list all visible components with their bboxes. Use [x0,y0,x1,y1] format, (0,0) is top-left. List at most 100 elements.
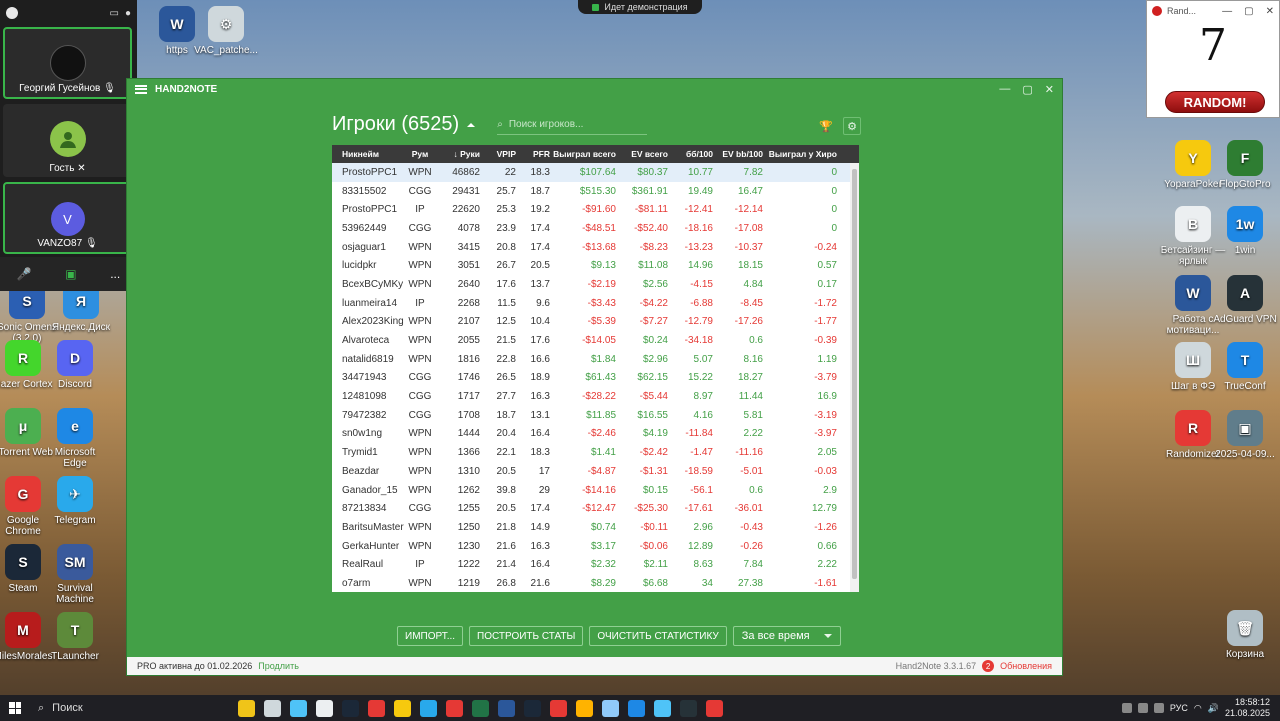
participant-tile-2[interactable]: Гость ✕ [3,104,132,177]
mic-toggle-button[interactable]: 🎤 [17,267,32,281]
desktop-icon[interactable]: T TLauncher [42,612,108,662]
table-row[interactable]: Ganador_15 WPN 1262 39.8 29 -$14.16 $0.15 -56.1… [332,481,859,500]
desktop-icon[interactable]: ✈ Telegram [42,476,108,526]
taskbar-app-icon[interactable] [654,699,671,717]
import-button[interactable]: ИМПОРТ... [397,626,464,646]
table-row[interactable]: 83315502 CGG 29431 25.7 18.7 $515.30 $361.91 19… [332,182,859,201]
desktop-icon[interactable]: F FlopGtoPro [1212,140,1278,190]
desktop-icon[interactable]: ▣ 2025-04-09... [1212,410,1278,460]
player-search[interactable]: ⌕ [497,115,648,135]
gear-icon[interactable]: ⚙ [843,117,861,135]
start-button[interactable] [0,695,30,721]
table-row[interactable]: Alvaroteca WPN 2055 21.5 17.6 -$14.05 $0.24 -34… [332,331,859,350]
language-indicator[interactable]: РУС [1170,703,1188,713]
updates-badge[interactable]: 2 [982,660,995,672]
table-row[interactable]: natalid6819 WPN 1816 22.8 16.6 $1.84 $2.96 5.07… [332,350,859,369]
column-header-nickname[interactable]: Никнейм [332,149,404,159]
period-select[interactable]: За все время [732,626,841,646]
column-header-ev-bb100[interactable]: EV bb/100 [713,149,763,159]
close-icon[interactable]: ● [125,8,131,19]
table-row[interactable]: RealRaul IP 1222 21.4 16.4 $2.32 $2.11 8.63 7.84… [332,555,859,574]
desktop-icon[interactable]: T TrueConf [1212,342,1278,392]
minimize-icon[interactable]: ▭ [110,8,119,19]
table-row[interactable]: ProstoPPC1 WPN 46862 22 18.3 $107.64 $80.37 10.… [332,163,859,182]
taskbar-app-icon[interactable] [368,699,385,717]
table-row[interactable]: lucidpkr WPN 3051 26.7 20.5 $9.13 $11.08 14.96 1… [332,256,859,275]
extend-link[interactable]: Продлить [258,661,299,671]
desktop-icon[interactable]: e Microsoft Edge [42,408,108,469]
column-header-bb100[interactable]: бб/100 [668,149,713,159]
desktop-icon[interactable]: A AdGuard VPN [1212,275,1278,325]
taskbar-app-icon[interactable] [316,699,333,717]
desktop-icon[interactable]: D Discord [42,340,108,390]
close-icon[interactable]: ✕ [1266,6,1274,17]
column-header-room[interactable]: Рум [404,149,436,159]
close-icon[interactable]: ✕ [1045,83,1054,96]
taskbar-app-icon[interactable] [628,699,645,717]
screen-share-button[interactable]: ▣ [65,267,76,281]
updates-link[interactable]: Обновления [1000,661,1052,671]
more-button[interactable]: ... [110,267,120,281]
taskbar-app-icon[interactable] [342,699,359,717]
table-row[interactable]: 79472382 CGG 1708 18.7 13.1 $11.85 $16.55 4.16 5… [332,406,859,425]
clear-stats-button[interactable]: ОЧИСТИТЬ СТАТИСТИКУ [589,626,727,646]
column-header-vpip[interactable]: VPIP [480,149,516,159]
taskbar-app-icon[interactable] [706,699,723,717]
table-row[interactable]: ProstoPPC1 IP 22620 25.3 19.2 -$91.60 -$81.11 -… [332,200,859,219]
scrollbar-thumb[interactable] [852,169,857,579]
minimize-icon[interactable]: — [1222,6,1232,17]
table-row[interactable]: BaritsuMaster WPN 1250 21.8 14.9 $0.74 -$0.11 2… [332,518,859,537]
taskbar-app-icon[interactable] [472,699,489,717]
taskbar-app-icon[interactable] [576,699,593,717]
taskbar-search[interactable]: ⌕ Поиск [30,695,226,721]
random-button[interactable]: RANDOM! [1165,91,1265,113]
clock[interactable]: 18:58:12 21.08.2025 [1225,697,1270,719]
column-header-hands[interactable]: ↓ Руки [436,149,480,159]
menu-icon[interactable] [135,84,147,94]
wifi-icon[interactable]: ◠ [1194,703,1202,714]
desktop-icon[interactable]: SM Survival Machine [42,544,108,605]
table-row[interactable]: sn0w1ng WPN 1444 20.4 16.4 -$2.46 $4.19 -11.84 2… [332,425,859,444]
desktop-icon[interactable]: 1w 1win [1212,206,1278,256]
table-row[interactable]: luanmeira14 IP 2268 11.5 9.6 -$3.43 -$4.22 -6.8… [332,294,859,313]
maximize-icon[interactable]: ▢ [1244,6,1253,17]
table-row[interactable]: 34471943 CGG 1746 26.5 18.9 $61.43 $62.15 15.22… [332,369,859,388]
taskbar-app-icon[interactable] [498,699,515,717]
table-row[interactable]: 53962449 CGG 4078 23.9 17.4 -$48.51 -$52.40 -18… [332,219,859,238]
taskbar-app-icon[interactable] [680,699,697,717]
table-row[interactable]: GerkaHunter WPN 1230 21.6 16.3 $3.17 -$0.06 12.… [332,537,859,556]
desktop-icon[interactable]: ⚙ VAC_patche... [193,6,259,56]
search-input[interactable] [508,118,629,130]
table-row[interactable]: o7arm WPN 1219 26.8 21.6 $8.29 $6.68 34 27.38 -1.… [332,574,859,592]
column-header-won-vs-hero[interactable]: Выиграл у Хиро [763,149,839,159]
desktop-icon[interactable]: 🗑 Корзина [1212,610,1278,660]
volume-icon[interactable]: 🔊 [1208,703,1219,714]
table-row[interactable]: Alex2023King WPN 2107 12.5 10.4 -$5.39 -$7.27 -… [332,313,859,332]
table-row[interactable]: osjaguar1 WPN 3415 20.8 17.4 -$13.68 -$8.23 -13… [332,238,859,257]
participant-tile-3[interactable]: V VANZO87 🎙 [3,182,132,254]
taskbar-app-icon[interactable] [290,699,307,717]
column-header-ev-total[interactable]: EV всего [616,149,668,159]
taskbar-app-icon[interactable] [238,699,255,717]
taskbar-app-icon[interactable] [420,699,437,717]
column-header-won-total[interactable]: Выиграл всего [550,149,616,159]
tray-icon[interactable] [1121,703,1132,713]
screen-share-banner[interactable]: Идет демонстрация [578,0,702,14]
table-scrollbar[interactable] [850,163,859,592]
column-header-pfr[interactable]: PFR [516,149,550,159]
taskbar-app-icon[interactable] [524,699,541,717]
table-row[interactable]: Beazdar WPN 1310 20.5 17 -$4.87 -$1.31 -18.59 -5… [332,462,859,481]
minimize-icon[interactable]: — [999,83,1010,96]
table-row[interactable]: 12481098 CGG 1717 27.7 16.3 -$28.22 -$5.44 8.97… [332,387,859,406]
tray-icon[interactable] [1137,703,1148,713]
taskbar-app-icon[interactable] [550,699,567,717]
taskbar-app-icon[interactable] [394,699,411,717]
tray-icon[interactable] [1153,703,1164,713]
trophy-icon[interactable]: 🏆 [817,117,835,135]
taskbar-app-icon[interactable] [446,699,463,717]
collapse-caret-icon[interactable] [467,122,476,127]
build-stats-button[interactable]: ПОСТРОИТЬ СТАТЫ [469,626,584,646]
taskbar-app-icon[interactable] [264,699,281,717]
maximize-icon[interactable]: ▢ [1022,83,1032,96]
participant-tile-1[interactable]: Георгий Гусейнов 🎙 [3,27,132,99]
